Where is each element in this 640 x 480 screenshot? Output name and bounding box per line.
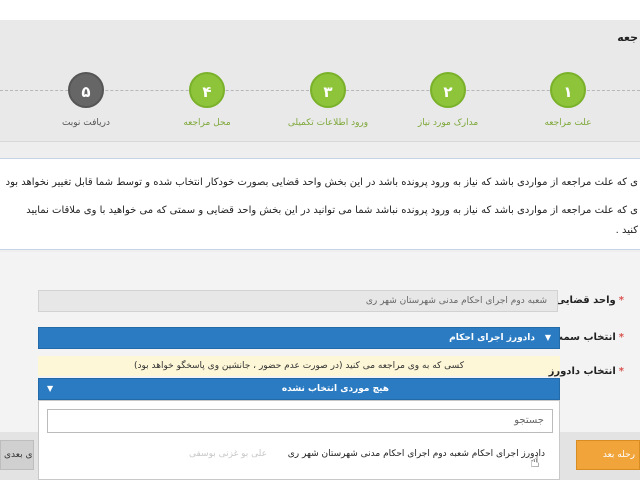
step-5-label: دریافت نوبت — [61, 118, 111, 128]
step-4[interactable]: ۴ محل مراجعه — [157, 72, 257, 128]
previous-step-button[interactable]: ی بعدی — [0, 440, 34, 470]
step-3-label: ورود اطلاعات تکمیلی — [287, 118, 369, 128]
next-step-button[interactable]: رحله بعد — [576, 440, 640, 470]
position-select[interactable]: ▼ دادورز اجرای احکام — [38, 327, 560, 349]
step-3-circle: ۳ — [310, 72, 346, 108]
officer-select-value: هیچ موردی انتخاب نشده — [281, 384, 389, 394]
page-header: جعه — [0, 20, 640, 60]
dropdown-option[interactable]: دادورز اجرای احکام شعبه دوم اجرای احکام … — [288, 449, 545, 459]
step-2-circle: ۲ — [430, 72, 466, 108]
step-4-label: محل مراجعه — [183, 118, 231, 128]
step-4-circle: ۴ — [189, 72, 225, 108]
officer-label: *انتخاب دادورز — [548, 366, 624, 377]
required-marker: * — [618, 366, 624, 377]
officer-select[interactable]: ▼ هیچ موردی انتخاب نشده — [38, 378, 560, 400]
position-select-value: دادورز اجرای احکام — [449, 333, 535, 343]
step-3[interactable]: ۳ ورود اطلاعات تکمیلی — [278, 72, 378, 128]
step-2-label: مدارک مورد نیاز — [417, 118, 479, 128]
step-5[interactable]: ۵ دریافت نوبت — [36, 72, 136, 128]
wizard-steps: ۱ علت مراجعه ۲ مدارک مورد نیاز ۳ ورود اط… — [0, 60, 640, 142]
required-marker: * — [618, 295, 624, 306]
info-line-3: کنید . — [615, 225, 638, 236]
info-notice: ی که علت مراجعه از مواردی باشد که نیاز ب… — [0, 158, 640, 250]
dropdown-option-faint[interactable]: علی بو غزنی بوسفی — [189, 449, 267, 459]
chevron-down-icon: ▼ — [47, 384, 54, 393]
info-line-2: ی که علت مراجعه از مواردی باشد که نیاز ب… — [26, 205, 638, 216]
step-1-circle: ۱ — [550, 72, 586, 108]
position-label: *انتخاب سمت — [552, 332, 624, 343]
step-1-label: علت مراجعه — [544, 118, 592, 128]
hand-cursor-icon: ☝ — [530, 452, 540, 471]
step-1[interactable]: ۱ علت مراجعه — [518, 72, 618, 128]
officer-dropdown: جستجو دادورز اجرای احکام شعبه دوم اجرای … — [38, 400, 560, 480]
judicial-unit-field: شعبه دوم اجرای احکام مدنی شهرستان شهر ری — [38, 290, 558, 312]
required-marker: * — [618, 332, 624, 343]
info-line-1: ی که علت مراجعه از مواردی باشد که نیاز ب… — [5, 177, 638, 188]
chevron-down-icon: ▼ — [544, 333, 551, 342]
step-2[interactable]: ۲ مدارک مورد نیاز — [398, 72, 498, 128]
judicial-unit-label: *واحد قضایی — [555, 295, 624, 306]
top-strip — [0, 0, 640, 20]
search-input[interactable]: جستجو — [47, 409, 553, 433]
officer-hint: کسی که به وی مراجعه می کنید (در صورت عدم… — [38, 356, 560, 376]
page-title: جعه — [617, 31, 638, 44]
step-5-circle: ۵ — [68, 72, 104, 108]
